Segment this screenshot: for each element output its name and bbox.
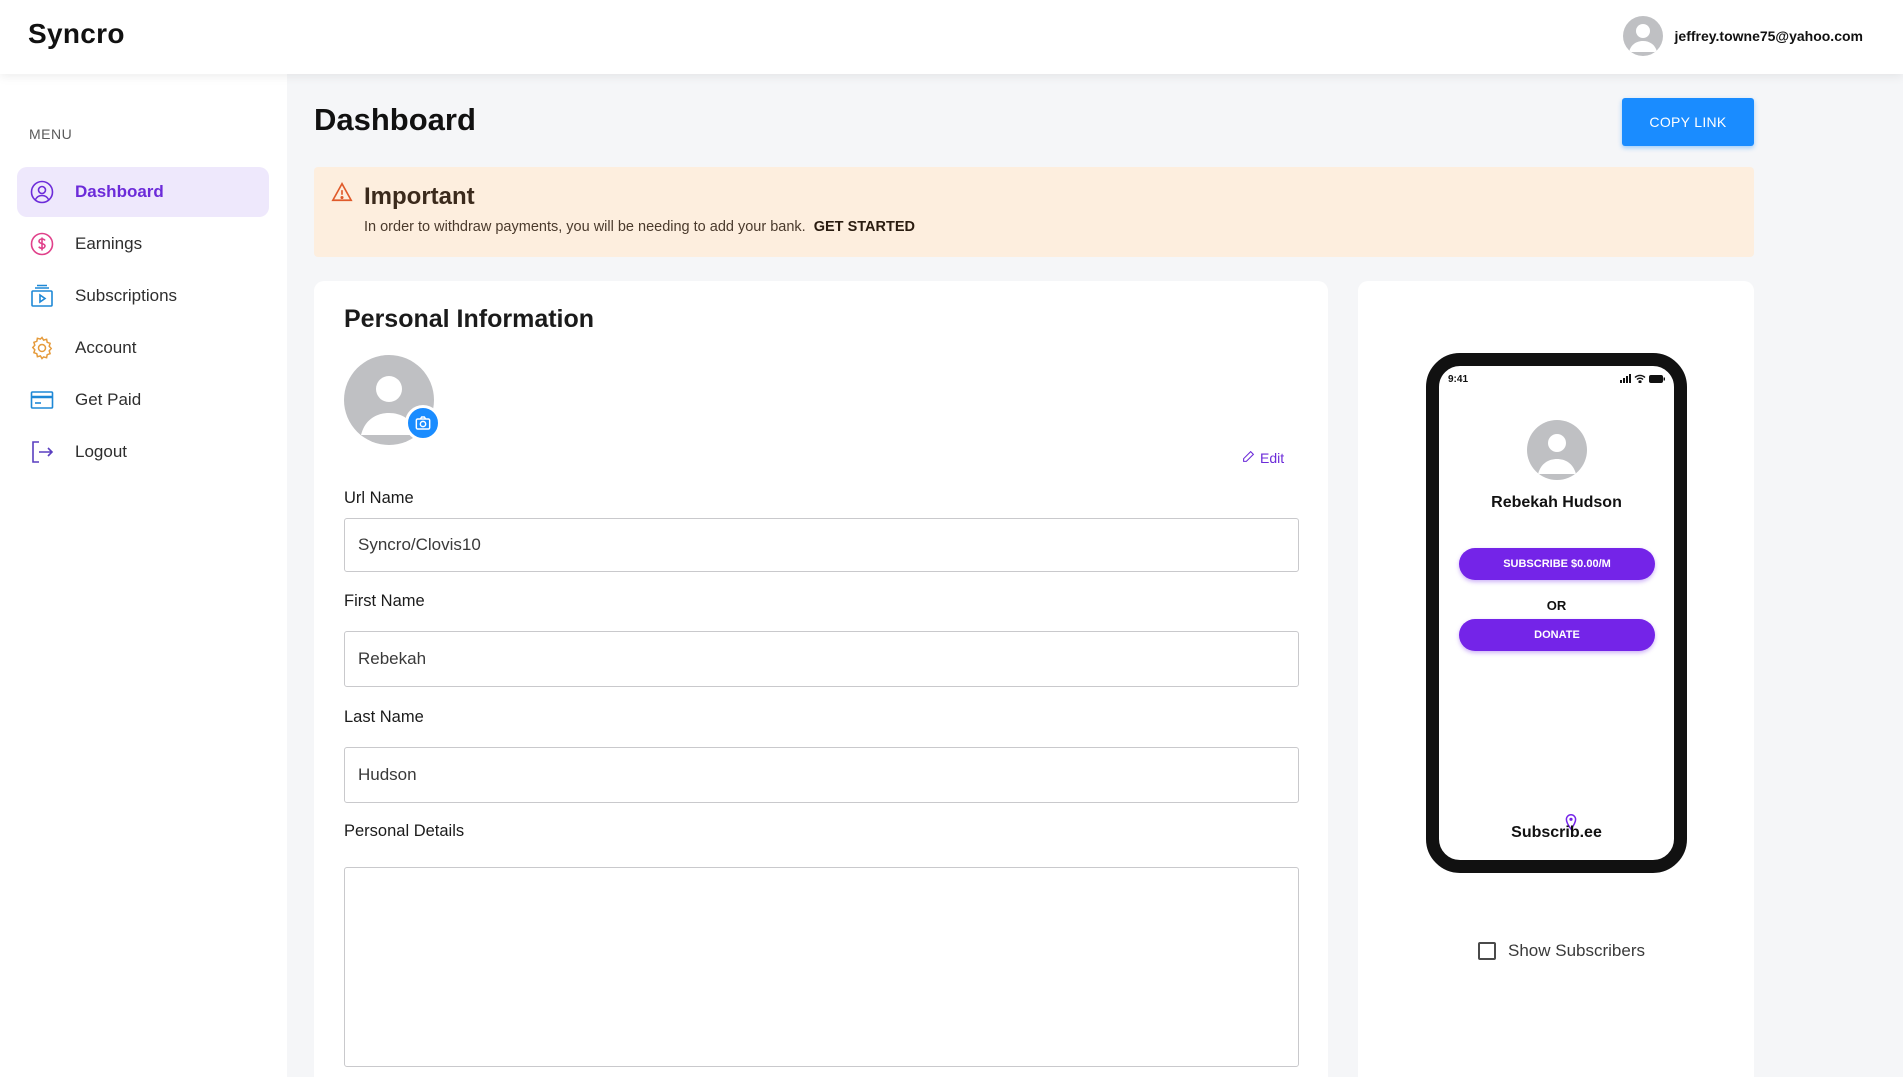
profile-preview-card: 9:41 Rebekah Hudson SUBSCRIBE $0.00/M OR… — [1358, 281, 1754, 1077]
personal-details-label: Personal Details — [344, 822, 465, 840]
preview-brand: Subscrib.ee — [1511, 824, 1602, 841]
personal-details-textarea[interactable] — [344, 867, 1299, 1067]
top-bar: Syncro jeffrey.towne75@yahoo.com — [0, 0, 1903, 74]
sidebar-item-label: Account — [75, 338, 137, 357]
sidebar-item-dashboard[interactable]: Dashboard — [17, 167, 269, 217]
user-circle-icon — [29, 179, 55, 205]
last-name-label: Last Name — [344, 708, 424, 726]
first-name-input[interactable] — [344, 631, 1299, 687]
edit-label: Edit — [1260, 450, 1285, 466]
sidebar-nav: Dashboard Earnings Subscriptions Account… — [17, 167, 269, 479]
user-email[interactable]: jeffrey.towne75@yahoo.com — [1675, 28, 1863, 44]
sidebar-item-subscriptions[interactable]: Subscriptions — [17, 271, 269, 321]
menu-label: MENU — [29, 126, 73, 142]
donate-button[interactable]: DONATE — [1459, 619, 1655, 651]
subscribe-button[interactable]: SUBSCRIBE $0.00/M — [1459, 548, 1655, 580]
personal-info-card: Personal Information Edit Url Name First… — [314, 281, 1328, 1077]
important-alert: Important In order to withdraw payments,… — [314, 167, 1754, 257]
sidebar-item-earnings[interactable]: Earnings — [17, 219, 269, 269]
preview-avatar — [1527, 420, 1587, 480]
last-name-input[interactable] — [344, 747, 1299, 803]
sidebar-item-label: Get Paid — [75, 390, 142, 409]
user-menu[interactable]: jeffrey.towne75@yahoo.com — [1622, 16, 1863, 56]
pencil-icon — [1242, 450, 1255, 466]
preview-name: Rebekah Hudson — [1491, 494, 1622, 511]
logout-icon — [29, 439, 55, 465]
brand-logo[interactable]: Syncro — [28, 18, 125, 50]
warning-triangle-icon — [331, 181, 353, 203]
sidebar: MENU Dashboard Earnings Subscriptions Ac… — [0, 74, 287, 1077]
signal-icon — [1620, 374, 1631, 383]
edit-button[interactable]: Edit — [1242, 450, 1284, 466]
show-subscribers-label: Show Subscribers — [1508, 941, 1646, 960]
camera-icon[interactable] — [405, 405, 441, 441]
sidebar-item-label: Dashboard — [75, 182, 164, 201]
phone-preview: 9:41 Rebekah Hudson SUBSCRIBE $0.00/M OR… — [1426, 353, 1687, 873]
page-title: Dashboard — [314, 102, 476, 137]
or-label: OR — [1546, 598, 1567, 613]
copy-link-button[interactable]: COPY LINK — [1622, 98, 1754, 146]
url-name-label: Url Name — [344, 489, 414, 507]
alert-text: In order to withdraw payments, you will … — [364, 219, 806, 235]
sidebar-item-label: Earnings — [75, 234, 143, 253]
sidebar-item-label: Logout — [75, 442, 127, 461]
alert-title: Important — [364, 183, 475, 210]
sidebar-item-logout[interactable]: Logout — [17, 427, 269, 477]
sidebar-item-account[interactable]: Account — [17, 323, 269, 373]
credit-card-icon — [29, 387, 55, 413]
sidebar-item-label: Subscriptions — [75, 286, 178, 305]
alert-message: In order to withdraw payments, you will … — [364, 219, 915, 235]
sidebar-item-get-paid[interactable]: Get Paid — [17, 375, 269, 425]
battery-icon — [1649, 374, 1665, 383]
get-started-link[interactable]: GET STARTED — [814, 219, 915, 235]
checkbox-box[interactable] — [1478, 942, 1496, 960]
phone-status-icons — [1620, 374, 1665, 383]
url-name-input[interactable] — [344, 518, 1299, 572]
phone-time: 9:41 — [1448, 374, 1469, 385]
gear-icon — [29, 335, 55, 361]
dollar-circle-icon — [29, 231, 55, 257]
wifi-icon — [1634, 374, 1646, 383]
video-play-icon — [29, 283, 55, 309]
personal-info-title: Personal Information — [344, 305, 595, 333]
show-subscribers-checkbox[interactable]: Show Subscribers — [1478, 941, 1645, 961]
first-name-label: First Name — [344, 592, 425, 610]
user-avatar-icon[interactable] — [1622, 16, 1663, 56]
